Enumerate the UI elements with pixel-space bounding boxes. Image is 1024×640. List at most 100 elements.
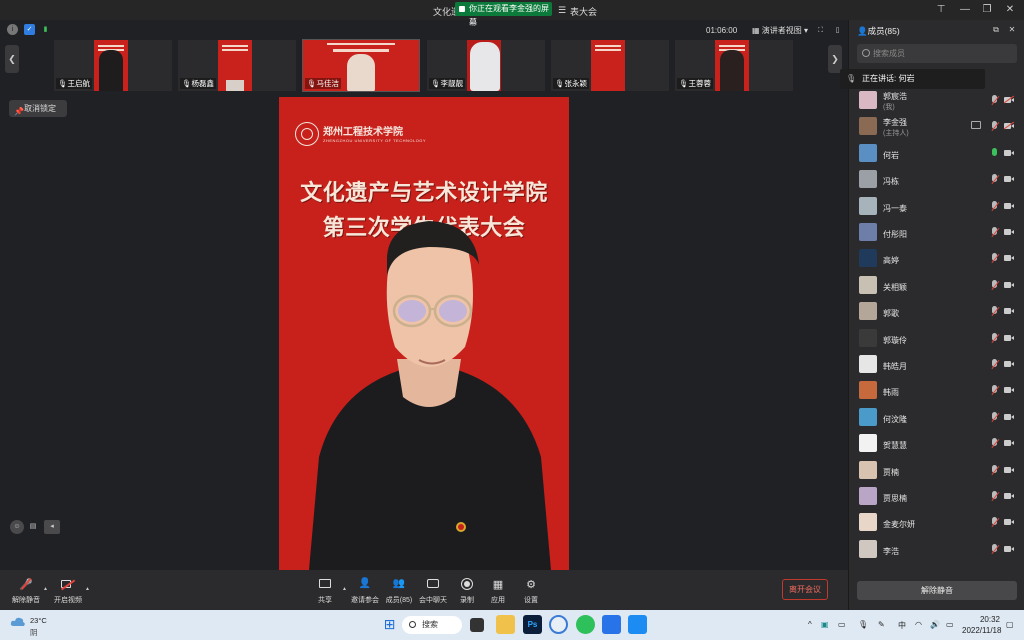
signal-icon[interactable]: ▮	[40, 24, 51, 35]
video-thumbnail[interactable]: 🎙王启航	[54, 40, 172, 91]
mic-muted-icon[interactable]	[990, 253, 1000, 264]
camera-icon[interactable]	[1004, 492, 1015, 500]
camera-icon[interactable]	[1004, 439, 1015, 447]
member-row[interactable]: 贾楠	[849, 458, 1024, 484]
camera-icon[interactable]	[1004, 334, 1015, 342]
mic-muted-icon[interactable]	[990, 332, 1000, 344]
sidebar-toggle-icon[interactable]: ▯	[832, 25, 843, 36]
member-row[interactable]: 郭璇伶	[849, 326, 1024, 352]
task-view-icon[interactable]	[470, 618, 484, 632]
member-row[interactable]: 郭宸浩 (我)	[849, 88, 1024, 114]
video-thumbnail[interactable]: 🎙杨磊鑫	[178, 40, 296, 91]
member-row[interactable]: 金麦尔妍	[849, 510, 1024, 536]
members-button[interactable]: 👥 成员(85)	[382, 578, 416, 605]
popout-icon[interactable]: ⧉	[989, 23, 1003, 37]
windows-start-icon[interactable]: ⊞	[380, 615, 399, 634]
mic-muted-icon[interactable]	[990, 200, 1000, 212]
camera-icon[interactable]	[1004, 413, 1015, 421]
tray-input-icon[interactable]: ▭	[838, 620, 846, 629]
member-row[interactable]: 付彤阳	[849, 220, 1024, 246]
camera-icon[interactable]	[1004, 545, 1015, 553]
camera-icon[interactable]	[1004, 254, 1015, 262]
tray-app-icon[interactable]: ▣	[821, 620, 829, 629]
settings-button[interactable]: ⚙ 设置	[514, 578, 548, 605]
restore-icon[interactable]: ❐	[980, 3, 994, 17]
file-explorer-icon[interactable]	[496, 615, 515, 634]
close-panel-icon[interactable]: ✕	[1005, 23, 1019, 37]
list-icon[interactable]: ☰	[558, 5, 566, 16]
shield-icon[interactable]: ✓	[24, 24, 35, 35]
tray-pen-icon[interactable]: ✎	[878, 620, 885, 629]
record-button[interactable]: 录制	[450, 578, 484, 605]
camera-icon[interactable]	[1004, 518, 1015, 526]
cancel-lock-button[interactable]: 📌 取消锁定	[9, 100, 67, 117]
video-thumbnail[interactable]: 🎙张永颖	[551, 40, 669, 91]
member-row[interactable]: 何岩	[849, 141, 1024, 167]
chat-button[interactable]: 会中聊天	[416, 578, 450, 605]
mic-muted-icon[interactable]	[990, 359, 1000, 370]
close-icon[interactable]: ✕	[1003, 3, 1017, 17]
mic-muted-icon[interactable]	[990, 438, 1000, 449]
mic-muted-icon[interactable]	[990, 464, 1000, 476]
member-row[interactable]: 李浩	[849, 537, 1024, 563]
video-thumbnail[interactable]: 🎙马佳洁	[302, 39, 420, 92]
weather-temperature[interactable]: 23°C	[30, 616, 47, 625]
mic-muted-icon[interactable]	[990, 543, 1000, 555]
minimize-icon[interactable]: —	[958, 3, 972, 17]
start-video-button[interactable]: 开启视频	[51, 578, 85, 605]
camera-icon[interactable]	[1004, 307, 1015, 315]
tencent-meeting-icon[interactable]	[628, 615, 647, 634]
camera-icon[interactable]	[1004, 228, 1015, 236]
comment-icon[interactable]: ▤	[26, 520, 40, 534]
emoji-icon[interactable]: ☺	[10, 520, 24, 534]
member-row[interactable]: 韩皓月	[849, 352, 1024, 378]
member-row[interactable]: 李金强 (主持人)	[849, 114, 1024, 140]
mic-icon[interactable]	[990, 147, 999, 159]
apps-button[interactable]: ▦ 应用	[481, 578, 515, 605]
notification-icon[interactable]: ▢	[1006, 620, 1014, 629]
meeting-app-icon[interactable]	[602, 615, 621, 634]
member-row[interactable]: 郭歌	[849, 299, 1024, 325]
member-row[interactable]: 何汶隆	[849, 405, 1024, 431]
video-thumbnail[interactable]: 🎙王蓉蓉	[675, 40, 793, 91]
mic-muted-icon[interactable]	[990, 411, 1000, 423]
browser-icon[interactable]	[549, 615, 568, 634]
mic-muted-icon[interactable]	[990, 517, 1000, 528]
screen-share-notice[interactable]: 你正在观看李金强的屏幕	[455, 2, 552, 27]
fullscreen-icon[interactable]: ⛶	[815, 25, 826, 36]
mic-muted-icon[interactable]	[990, 491, 1000, 502]
mic-muted-icon[interactable]	[990, 279, 1000, 291]
member-row[interactable]: 韩雨	[849, 378, 1024, 404]
battery-icon[interactable]: ▭	[946, 620, 954, 629]
camera-icon[interactable]	[1004, 360, 1015, 368]
video-options-caret[interactable]: ▲	[85, 586, 90, 592]
video-thumbnail[interactable]: 🎙李靓靓	[427, 40, 545, 91]
camera-icon[interactable]	[1004, 466, 1015, 474]
share-button[interactable]: 共享	[308, 578, 342, 605]
mic-muted-icon[interactable]	[990, 121, 1000, 132]
wifi-icon[interactable]: ◠	[915, 620, 922, 629]
info-icon[interactable]: i	[7, 24, 18, 35]
taskbar-search[interactable]: 搜索	[402, 616, 462, 634]
camera-icon[interactable]	[1004, 202, 1015, 210]
ime-indicator[interactable]: 中	[898, 620, 906, 631]
member-row[interactable]: 冯一泰	[849, 194, 1024, 220]
pin-icon[interactable]: ⊤	[934, 3, 948, 17]
member-row[interactable]: 高婷	[849, 246, 1024, 272]
view-mode-selector[interactable]: ▦ 演讲者视图 ▾	[752, 25, 808, 36]
invite-button[interactable]: 👤 邀请参会	[348, 578, 382, 605]
system-clock[interactable]: 20:32 2022/11/18	[962, 614, 1001, 636]
strip-prev-button[interactable]: ❮	[5, 45, 19, 73]
camera-icon[interactable]	[1004, 386, 1015, 394]
tray-overflow-icon[interactable]: ^	[808, 620, 812, 629]
camera-icon[interactable]	[1004, 149, 1015, 157]
collapse-panel-icon[interactable]: ◂	[44, 520, 60, 534]
camera-off-icon[interactable]	[1003, 122, 1015, 131]
leave-meeting-button[interactable]: 离开会议	[782, 579, 828, 600]
tray-mic-icon[interactable]: 🎙	[858, 620, 868, 629]
member-row[interactable]: 贺慧慧	[849, 431, 1024, 457]
wechat-icon[interactable]	[576, 615, 595, 634]
share-options-caret[interactable]: ▲	[342, 586, 347, 592]
unmute-all-button[interactable]: 解除静音	[857, 581, 1017, 600]
member-search-input[interactable]: 搜索成员	[857, 44, 1017, 63]
